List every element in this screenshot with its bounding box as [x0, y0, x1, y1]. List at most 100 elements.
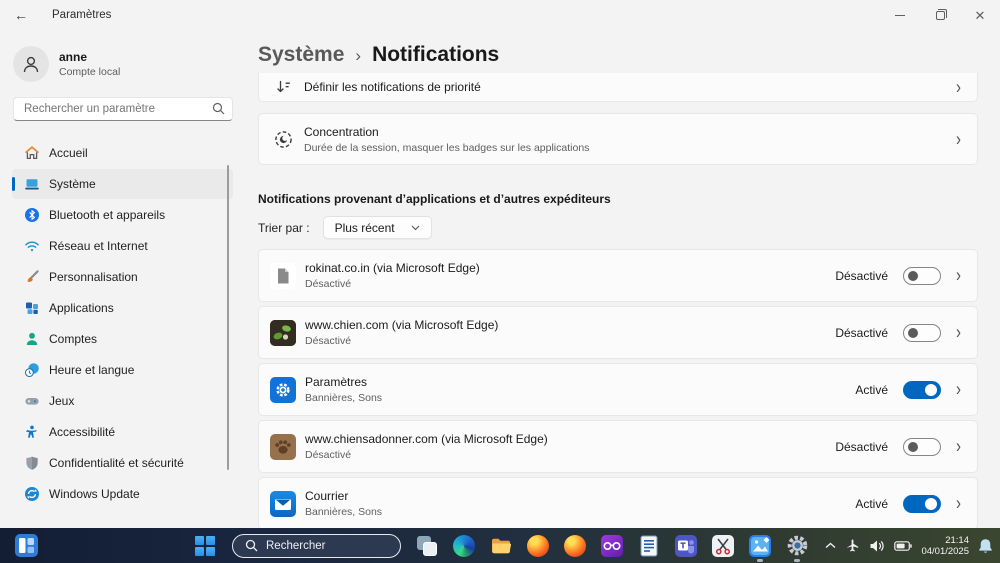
app-subtitle: Bannières, Sons: [305, 506, 383, 518]
clock[interactable]: 21:14 04/01/2025: [921, 535, 969, 557]
sidebar-item-comptes[interactable]: Comptes: [12, 324, 233, 354]
notification-toggle[interactable]: [903, 437, 941, 456]
breadcrumb-parent[interactable]: Système: [258, 43, 344, 67]
section-title: Notifications provenant d’applications e…: [258, 192, 611, 206]
sort-row: Trier par : Plus récent: [258, 216, 978, 239]
app-row-courrier[interactable]: Courrier Bannières, Sons Activé ›: [258, 477, 978, 528]
toggle-status-label: Activé: [855, 382, 888, 397]
sidebar: anne Compte local Accueil Système Blueto…: [0, 30, 245, 528]
personalization-icon: [24, 269, 40, 285]
user-profile[interactable]: anne Compte local: [13, 46, 233, 82]
photos-icon[interactable]: [748, 534, 772, 558]
notification-toggle[interactable]: [903, 323, 941, 342]
focus-row[interactable]: Concentration Durée de la session, masqu…: [258, 113, 978, 165]
window-controls: ✕: [880, 0, 1000, 30]
sidebar-item-confidentialite[interactable]: Confidentialité et sécurité: [12, 448, 233, 478]
sidebar-item-jeux[interactable]: Jeux: [12, 386, 233, 416]
chevron-right-icon: ›: [956, 75, 961, 99]
sidebar-item-systeme[interactable]: Système: [12, 169, 233, 199]
tray-time: 21:14: [945, 534, 969, 546]
app-subtitle: Désactivé: [305, 278, 352, 290]
app-subtitle: Bannières, Sons: [305, 392, 383, 404]
purple-glasses-app-icon[interactable]: [600, 534, 624, 558]
sidebar-item-applications[interactable]: Applications: [12, 293, 233, 323]
sidebar-item-label: Accessibilité: [49, 425, 116, 439]
app-name: Courrier: [305, 489, 349, 503]
sidebar-item-label: Applications: [49, 301, 114, 315]
toggle-status-label: Désactivé: [835, 268, 888, 283]
app-name: www.chiensadonner.com (via Microsoft Edg…: [305, 432, 548, 446]
app-row-parametres[interactable]: Paramètres Bannières, Sons Activé ›: [258, 363, 978, 416]
chevron-right-icon: ›: [956, 378, 961, 401]
focus-icon: [274, 130, 293, 149]
toggle-knob: [908, 270, 918, 281]
sidebar-item-accueil[interactable]: Accueil: [12, 138, 233, 168]
widgets-icon[interactable]: [15, 534, 38, 557]
windows-start-icon[interactable]: [195, 535, 215, 556]
mail-icon: [270, 490, 296, 517]
taskbar: Rechercher 21:14 04/01/2025: [0, 528, 1000, 563]
priority-sort-icon: [274, 78, 293, 97]
firefox-icon[interactable]: [563, 534, 587, 558]
toggle-knob: [925, 383, 937, 396]
user-account-type: Compte local: [59, 66, 121, 78]
airplane-icon[interactable]: [845, 538, 860, 553]
task-view-icon[interactable]: [415, 534, 439, 558]
titlebar: ← Paramètres ✕: [0, 0, 1000, 30]
battery-icon[interactable]: [894, 540, 913, 551]
settings-app-icon: [270, 376, 296, 403]
file-explorer-icon[interactable]: [489, 534, 513, 558]
sidebar-item-accessibilite[interactable]: Accessibilité: [12, 417, 233, 447]
sidebar-item-reseau[interactable]: Réseau et Internet: [12, 231, 233, 261]
accessibility-icon: [24, 424, 40, 440]
volume-icon[interactable]: [869, 539, 885, 553]
priority-notifications-row[interactable]: Définir les notifications de priorité ›: [258, 73, 978, 102]
minimize-button[interactable]: [880, 0, 920, 30]
snipping-tool-icon[interactable]: [711, 534, 735, 558]
sidebar-item-personnalisation[interactable]: Personnalisation: [12, 262, 233, 292]
sort-dropdown[interactable]: Plus récent: [322, 216, 432, 239]
notification-bell-icon[interactable]: [978, 538, 993, 554]
sidebar-scrollbar[interactable]: [227, 165, 229, 470]
home-icon: [24, 145, 40, 161]
chevron-up-icon[interactable]: [825, 542, 836, 549]
chevron-right-icon: ›: [956, 492, 961, 515]
sidebar-item-windows-update[interactable]: Windows Update: [12, 479, 233, 509]
avatar: [13, 46, 49, 82]
back-arrow-icon[interactable]: ←: [14, 7, 28, 23]
breadcrumb: Système › Notifications: [258, 43, 978, 67]
taskbar-search[interactable]: Rechercher: [232, 533, 401, 558]
sidebar-item-label: Personnalisation: [49, 270, 138, 284]
firefox-icon[interactable]: [526, 534, 550, 558]
maximize-button[interactable]: [920, 0, 960, 30]
paw-icon: [270, 433, 296, 460]
toggle-knob: [925, 497, 937, 510]
chevron-right-icon: ›: [956, 321, 961, 344]
app-name: Paramètres: [305, 375, 368, 389]
teams-icon[interactable]: [674, 534, 698, 558]
sidebar-item-label: Système: [49, 177, 96, 191]
sidebar-item-bluetooth[interactable]: Bluetooth et appareils: [12, 200, 233, 230]
toggle-knob: [908, 441, 918, 452]
writer-icon[interactable]: [637, 534, 661, 558]
app-row-rokinat[interactable]: rokinat.co.in (via Microsoft Edge) Désac…: [258, 249, 978, 302]
notification-toggle[interactable]: [903, 380, 941, 399]
app-row-chien[interactable]: www.chien.com (via Microsoft Edge) Désac…: [258, 306, 978, 359]
close-button[interactable]: ✕: [960, 0, 1000, 30]
notification-app-list: rokinat.co.in (via Microsoft Edge) Désac…: [258, 249, 978, 528]
app-row-chiensadonner[interactable]: www.chiensadonner.com (via Microsoft Edg…: [258, 420, 978, 473]
sidebar-item-heure-langue[interactable]: Heure et langue: [12, 355, 233, 385]
bluetooth-icon: [24, 207, 40, 223]
settings-gear-icon[interactable]: [785, 534, 809, 558]
edge-icon[interactable]: [452, 534, 476, 558]
toggle-status-label: Activé: [855, 496, 888, 511]
window-title: Paramètres: [52, 9, 112, 21]
main-content: Système › Notifications Définir les noti…: [245, 30, 1000, 528]
maximize-icon: [935, 8, 947, 20]
sidebar-item-label: Bluetooth et appareils: [49, 208, 166, 222]
notification-toggle[interactable]: [903, 266, 941, 285]
search-input[interactable]: [13, 97, 233, 121]
notification-toggle[interactable]: [903, 494, 941, 513]
accounts-icon: [24, 331, 40, 347]
chevron-down-icon: [411, 225, 420, 230]
